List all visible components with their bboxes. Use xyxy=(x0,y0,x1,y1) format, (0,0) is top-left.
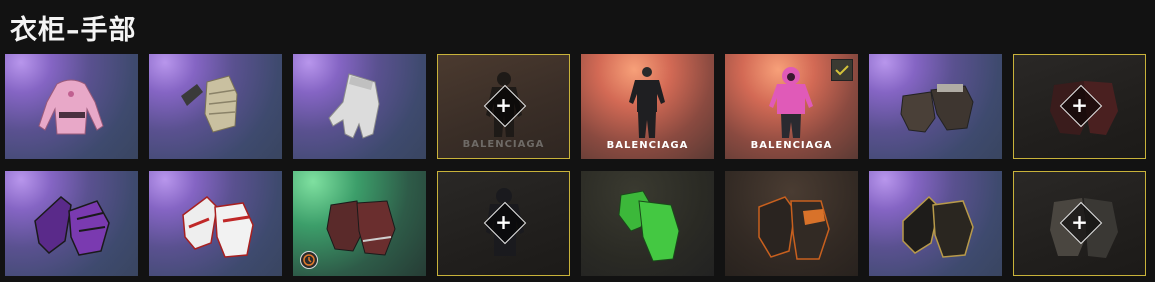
item-tile-red-black-gloves[interactable]: + xyxy=(1013,54,1146,159)
white-red-gloves-image xyxy=(182,196,254,258)
item-tile-dark-red-gloves[interactable] xyxy=(293,171,426,276)
plus-icon: + xyxy=(1071,209,1088,234)
fingerless-gloves-image xyxy=(900,84,974,133)
item-tile-pink-top[interactable] xyxy=(5,54,138,159)
item-tile-white-red-gloves[interactable] xyxy=(149,171,282,276)
bandage-glove-image xyxy=(181,75,238,133)
item-tile-orange-tactical-gloves[interactable] xyxy=(725,171,858,276)
white-glove-image xyxy=(328,73,380,139)
wardrobe-grid: + BALENCIAGA BALENCIAGA BALENCIAGA + + + xyxy=(5,54,1146,276)
brand-label: BALENCIAGA xyxy=(462,139,545,150)
brand-label: BALENCIAGA xyxy=(750,140,833,151)
purple-black-gloves-image xyxy=(34,196,110,256)
item-tile-purple-black-gloves[interactable] xyxy=(5,171,138,276)
orange-tactical-gloves-image xyxy=(758,196,830,260)
timer-clock-icon xyxy=(300,251,318,269)
item-tile-black-hooded-outfit[interactable]: + xyxy=(437,171,570,276)
item-tile-gray-gloves[interactable]: + xyxy=(1013,171,1146,276)
item-tile-fingerless-gloves[interactable] xyxy=(869,54,1002,159)
equipped-check-icon xyxy=(831,59,853,81)
plus-icon: + xyxy=(495,92,512,117)
gold-black-gloves-image xyxy=(902,195,974,258)
pink-top-image xyxy=(38,79,104,135)
item-tile-gold-black-gloves[interactable] xyxy=(869,171,1002,276)
item-tile-bandage-glove[interactable] xyxy=(149,54,282,159)
green-gloves-image xyxy=(618,190,680,262)
item-tile-black-jumpsuit[interactable]: + BALENCIAGA xyxy=(437,54,570,159)
brand-label: BALENCIAGA xyxy=(606,140,689,151)
plus-icon: + xyxy=(495,209,512,234)
item-tile-black-tracksuit[interactable]: BALENCIAGA xyxy=(581,54,714,159)
plus-icon: + xyxy=(1071,92,1088,117)
page-title: 衣柜–手部 xyxy=(10,15,137,46)
item-tile-green-gloves[interactable] xyxy=(581,171,714,276)
item-tile-pink-hoodie[interactable]: BALENCIAGA xyxy=(725,54,858,159)
item-tile-white-glove[interactable] xyxy=(293,54,426,159)
